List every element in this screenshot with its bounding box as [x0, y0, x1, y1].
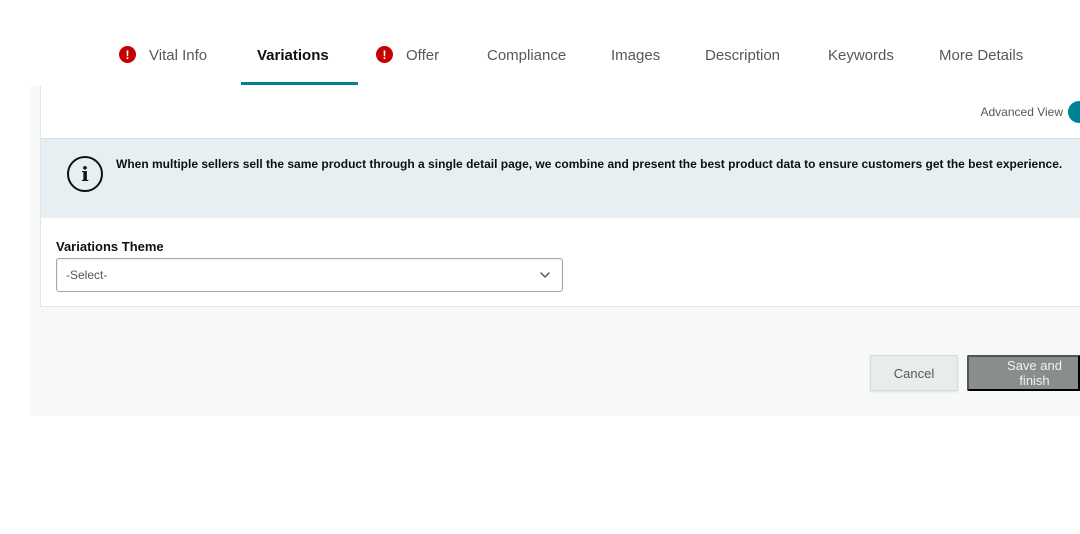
alert-icon: ! — [119, 46, 136, 63]
listing-tabs: ! Vital Info Variations ! Offer Complian… — [0, 38, 1080, 86]
variations-theme-label: Variations Theme — [56, 239, 164, 254]
tab-offer[interactable]: ! Offer — [376, 38, 439, 86]
tab-compliance[interactable]: Compliance — [487, 38, 566, 86]
info-icon: i — [67, 156, 103, 192]
info-banner: i When multiple sellers sell the same pr… — [41, 138, 1080, 218]
tab-label: Offer — [406, 47, 440, 64]
tab-label: Variations — [257, 47, 329, 64]
tab-images[interactable]: Images — [611, 38, 660, 86]
tab-label: Description — [705, 47, 781, 64]
cancel-button[interactable]: Cancel — [870, 355, 958, 391]
chevron-down-icon — [540, 272, 550, 278]
variations-theme-select[interactable]: -Select- — [56, 258, 563, 292]
info-text: When multiple sellers sell the same prod… — [116, 157, 1063, 171]
tab-label: Images — [611, 47, 661, 64]
tab-label: Compliance — [487, 47, 567, 64]
save-and-finish-button[interactable]: Save and finish — [967, 355, 1080, 391]
advanced-view-label: Advanced View — [980, 105, 1064, 119]
tab-description[interactable]: Description — [705, 38, 780, 86]
tab-more-details[interactable]: More Details — [939, 38, 1023, 86]
variations-panel: Advanced View i When multiple sellers se… — [40, 86, 1080, 307]
tab-label: Vital Info — [149, 47, 208, 64]
tab-label: More Details — [939, 47, 1024, 64]
tab-keywords[interactable]: Keywords — [828, 38, 894, 86]
tab-vital-info[interactable]: ! Vital Info — [119, 38, 207, 86]
select-value: -Select- — [66, 268, 108, 282]
active-tab-indicator — [241, 82, 358, 85]
tab-label: Keywords — [828, 47, 894, 64]
tab-variations[interactable]: Variations — [257, 38, 329, 86]
alert-icon: ! — [376, 46, 393, 63]
advanced-view-toggle[interactable] — [1068, 101, 1080, 123]
